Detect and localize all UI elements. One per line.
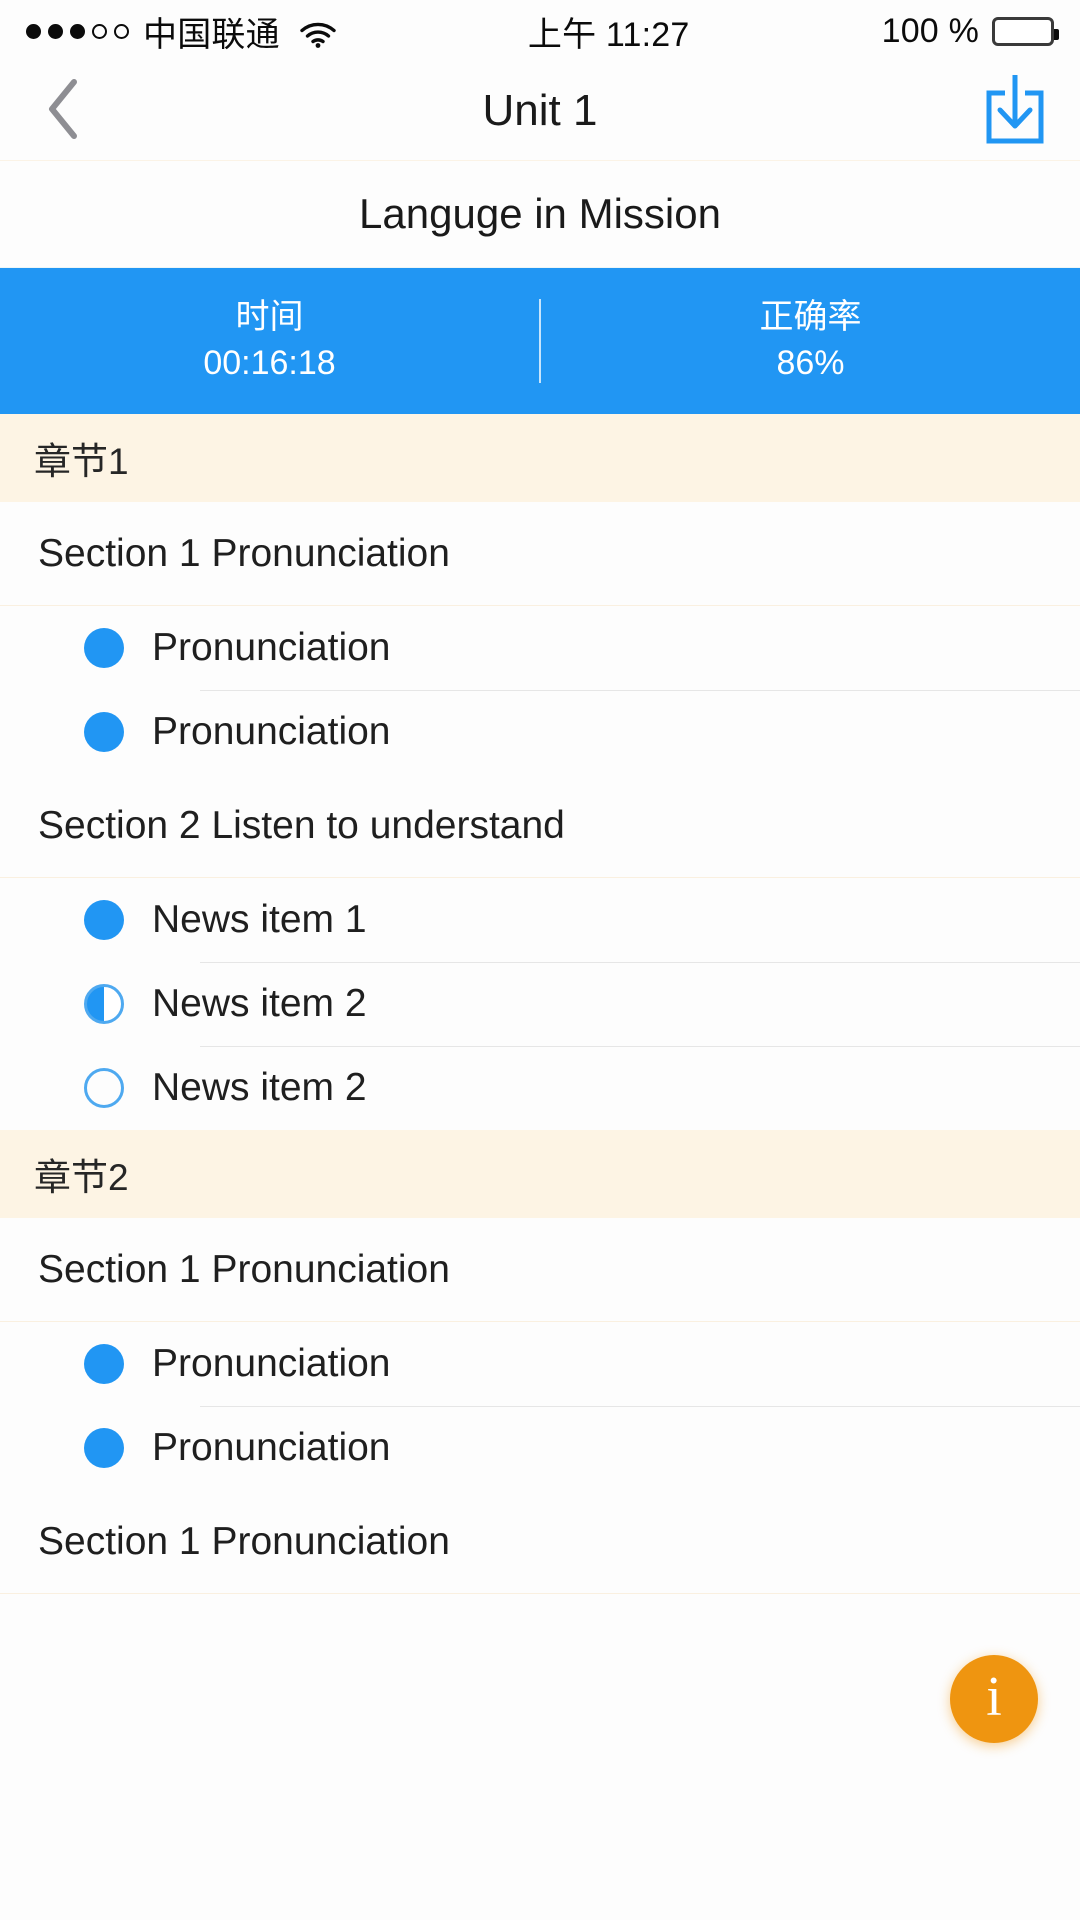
wifi-icon — [300, 18, 336, 48]
signal-strength-icon — [26, 23, 129, 39]
section-label: Section 2 Listen to understand — [38, 803, 565, 847]
battery-percent-label: 100 % — [881, 11, 979, 50]
sub-item-label: News item 2 — [152, 1066, 367, 1109]
section-row[interactable]: Section 2 Listen to understand — [0, 774, 1080, 878]
sub-item-label: Pronunciation — [152, 710, 391, 753]
chapter-header[interactable]: 章节2 — [0, 1130, 1080, 1218]
chapter-label: 章节1 — [34, 441, 129, 482]
status-bar-clock: 上午 11:27 — [527, 15, 690, 54]
stat-accuracy-value: 86% — [776, 344, 845, 382]
progress-empty-icon — [84, 1068, 124, 1108]
carrier-label: 中国联通 — [143, 15, 280, 54]
stats-band: 时间 00:16:18 正确率 86% — [0, 268, 1080, 414]
sub-item-label: News item 2 — [152, 982, 367, 1025]
chevron-left-icon — [43, 76, 87, 147]
subtitle-bar: Languge in Mission — [0, 160, 1080, 268]
signal-dot — [70, 23, 85, 39]
section-row[interactable]: Section 1 Pronunciation — [0, 502, 1080, 606]
sub-item-row[interactable]: News item 2 — [0, 1046, 1080, 1130]
back-button[interactable] — [30, 76, 100, 146]
sub-item-row[interactable]: Pronunciation — [0, 1406, 1080, 1490]
section-row[interactable]: Section 1 Pronunciation — [0, 1218, 1080, 1322]
signal-dot — [26, 23, 41, 39]
sub-item-label: Pronunciation — [152, 1426, 391, 1469]
progress-full-icon — [84, 1428, 124, 1468]
progress-half-icon — [84, 984, 124, 1024]
sub-item-row[interactable]: Pronunciation — [0, 690, 1080, 774]
download-button[interactable] — [980, 73, 1050, 149]
nav-bar: Unit 1 — [0, 62, 1080, 160]
status-bar: 中国联通 上午 11:27 100 % — [0, 0, 1080, 62]
info-icon: i — [986, 1666, 1002, 1728]
sub-item-label: Pronunciation — [152, 1342, 391, 1385]
chapter-label: 章节2 — [34, 1157, 129, 1198]
section-row[interactable]: Section 1 Pronunciation — [0, 1490, 1080, 1594]
progress-full-icon — [84, 628, 124, 668]
stat-time-value: 00:16:18 — [203, 344, 336, 382]
progress-full-icon — [84, 712, 124, 752]
sub-item-label: News item 1 — [152, 898, 367, 941]
stat-time-label: 时间 — [235, 298, 304, 337]
download-icon — [983, 71, 1047, 152]
stat-accuracy: 正确率 86% — [541, 295, 1080, 387]
progress-full-icon — [84, 900, 124, 940]
stat-time: 时间 00:16:18 — [0, 295, 539, 387]
lesson-subtitle: Languge in Mission — [359, 190, 721, 237]
signal-dot — [48, 23, 63, 39]
sub-item-row[interactable]: News item 1 — [0, 878, 1080, 962]
page-title: Unit 1 — [482, 86, 598, 135]
section-label: Section 1 Pronunciation — [38, 1247, 450, 1291]
sub-item-row[interactable]: Pronunciation — [0, 606, 1080, 690]
sub-item-row[interactable]: Pronunciation — [0, 1322, 1080, 1406]
progress-full-icon — [84, 1344, 124, 1384]
section-label: Section 1 Pronunciation — [38, 531, 450, 575]
lesson-list: 章节1 Section 1 Pronunciation Pronunciation P… — [0, 414, 1080, 1594]
chapter-header[interactable]: 章节1 — [0, 414, 1080, 502]
signal-dot — [92, 23, 107, 39]
status-bar-left: 中国联通 — [26, 7, 336, 56]
battery-icon — [992, 16, 1059, 46]
sub-item-row[interactable]: News item 2 — [0, 962, 1080, 1046]
stat-accuracy-label: 正确率 — [759, 298, 862, 337]
signal-dot — [114, 23, 129, 39]
info-button[interactable]: i — [950, 1655, 1038, 1743]
sub-item-label: Pronunciation — [152, 626, 391, 669]
section-label: Section 1 Pronunciation — [38, 1519, 450, 1563]
status-bar-right: 100 % — [881, 11, 1059, 51]
